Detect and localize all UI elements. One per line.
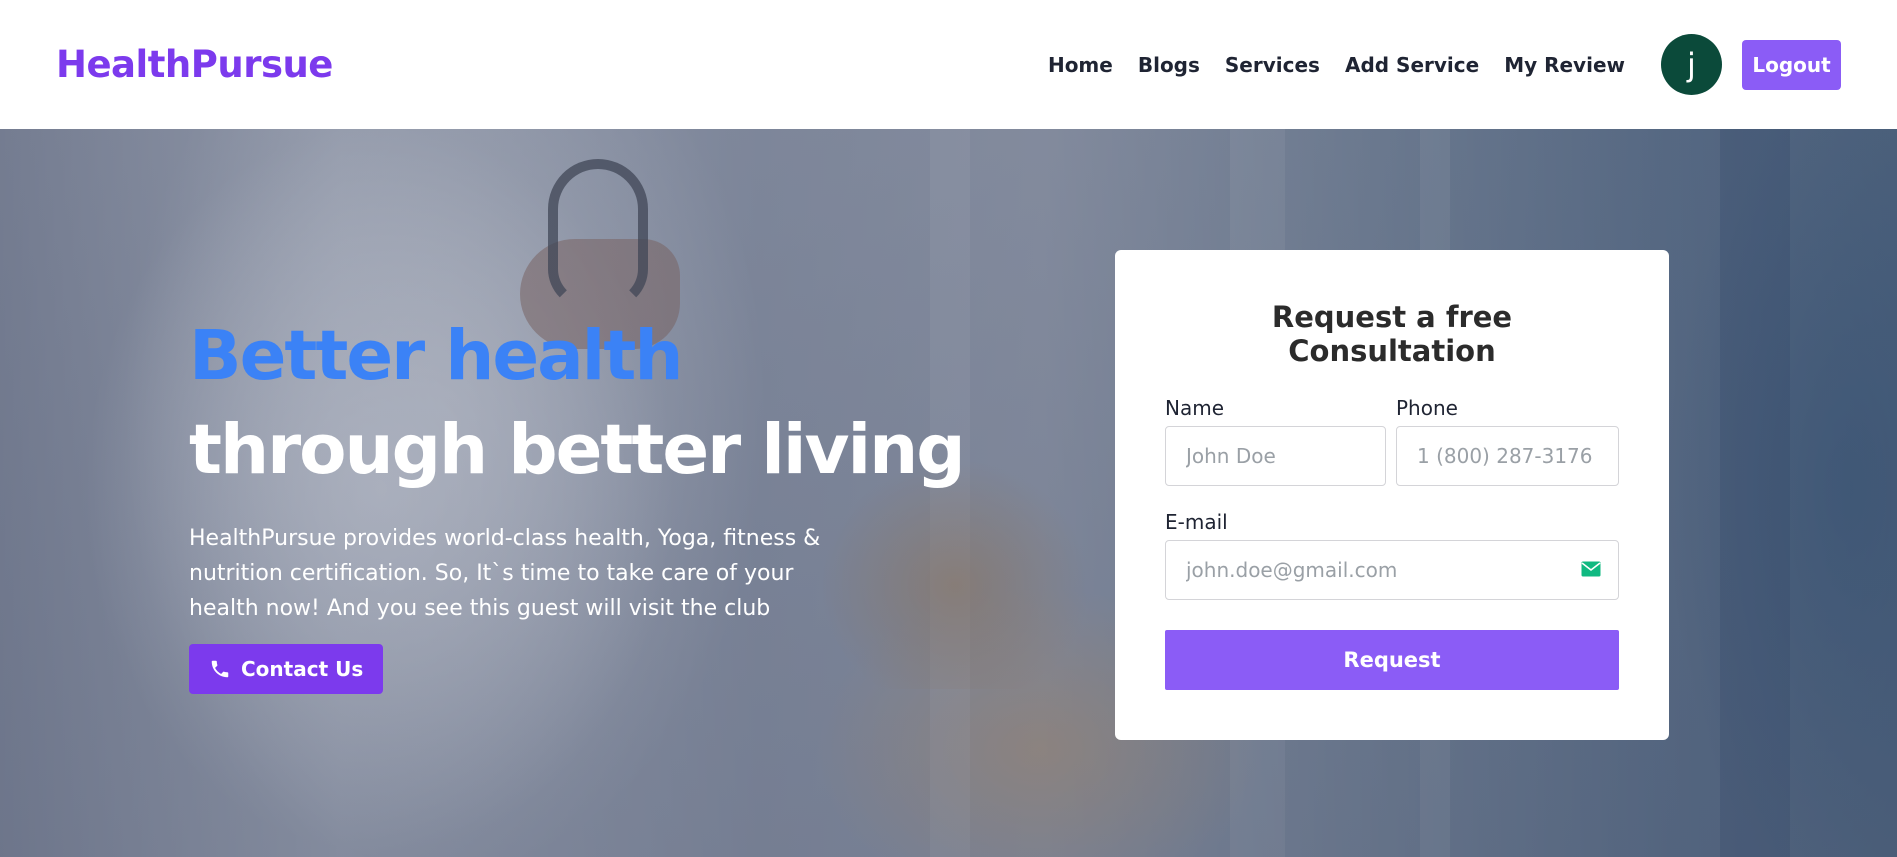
hero-title-line1: Better health: [189, 316, 683, 396]
nav-add-service[interactable]: Add Service: [1345, 53, 1479, 77]
nav-blogs[interactable]: Blogs: [1138, 53, 1200, 77]
email-label: E-mail: [1165, 510, 1228, 534]
request-button[interactable]: Request: [1165, 630, 1619, 690]
name-phone-row: Name Phone: [1165, 396, 1619, 486]
phone-input[interactable]: [1396, 426, 1619, 486]
contact-us-label: Contact Us: [241, 657, 364, 681]
hero-content: Better health through better living Heal…: [189, 309, 969, 694]
name-label: Name: [1165, 396, 1225, 420]
brand-logo[interactable]: HealthPursue: [56, 43, 333, 86]
nav-my-review[interactable]: My Review: [1504, 53, 1625, 77]
contact-us-button[interactable]: Contact Us: [189, 644, 384, 694]
logout-button[interactable]: Logout: [1742, 39, 1841, 90]
email-row: E-mail: [1165, 510, 1619, 600]
phone-label: Phone: [1396, 396, 1458, 420]
consultation-title: Request a free Consultation: [1271, 300, 1513, 368]
nav-home[interactable]: Home: [1048, 53, 1113, 77]
email-input-wrapper: [1165, 540, 1619, 600]
phone-field-group: Phone: [1396, 396, 1619, 486]
user-avatar[interactable]: j: [1661, 34, 1722, 95]
hero-title: Better health through better living: [189, 309, 969, 497]
nav-services[interactable]: Services: [1225, 53, 1320, 77]
name-field-group: Name: [1165, 396, 1386, 486]
top-navbar: HealthPursue Home Blogs Services Add Ser…: [0, 0, 1897, 129]
mail-icon: [1581, 561, 1601, 577]
email-input[interactable]: [1165, 540, 1619, 600]
hero-description: HealthPursue provides world-class health…: [189, 526, 821, 621]
main-nav: Home Blogs Services Add Service My Revie…: [1023, 34, 1841, 95]
email-field-group: E-mail: [1165, 510, 1619, 600]
name-input[interactable]: [1165, 426, 1386, 486]
hero-title-line2: through better living: [189, 410, 966, 490]
consultation-form: Request a free Consultation Name Phone E…: [1115, 250, 1669, 740]
phone-icon: [211, 660, 229, 678]
